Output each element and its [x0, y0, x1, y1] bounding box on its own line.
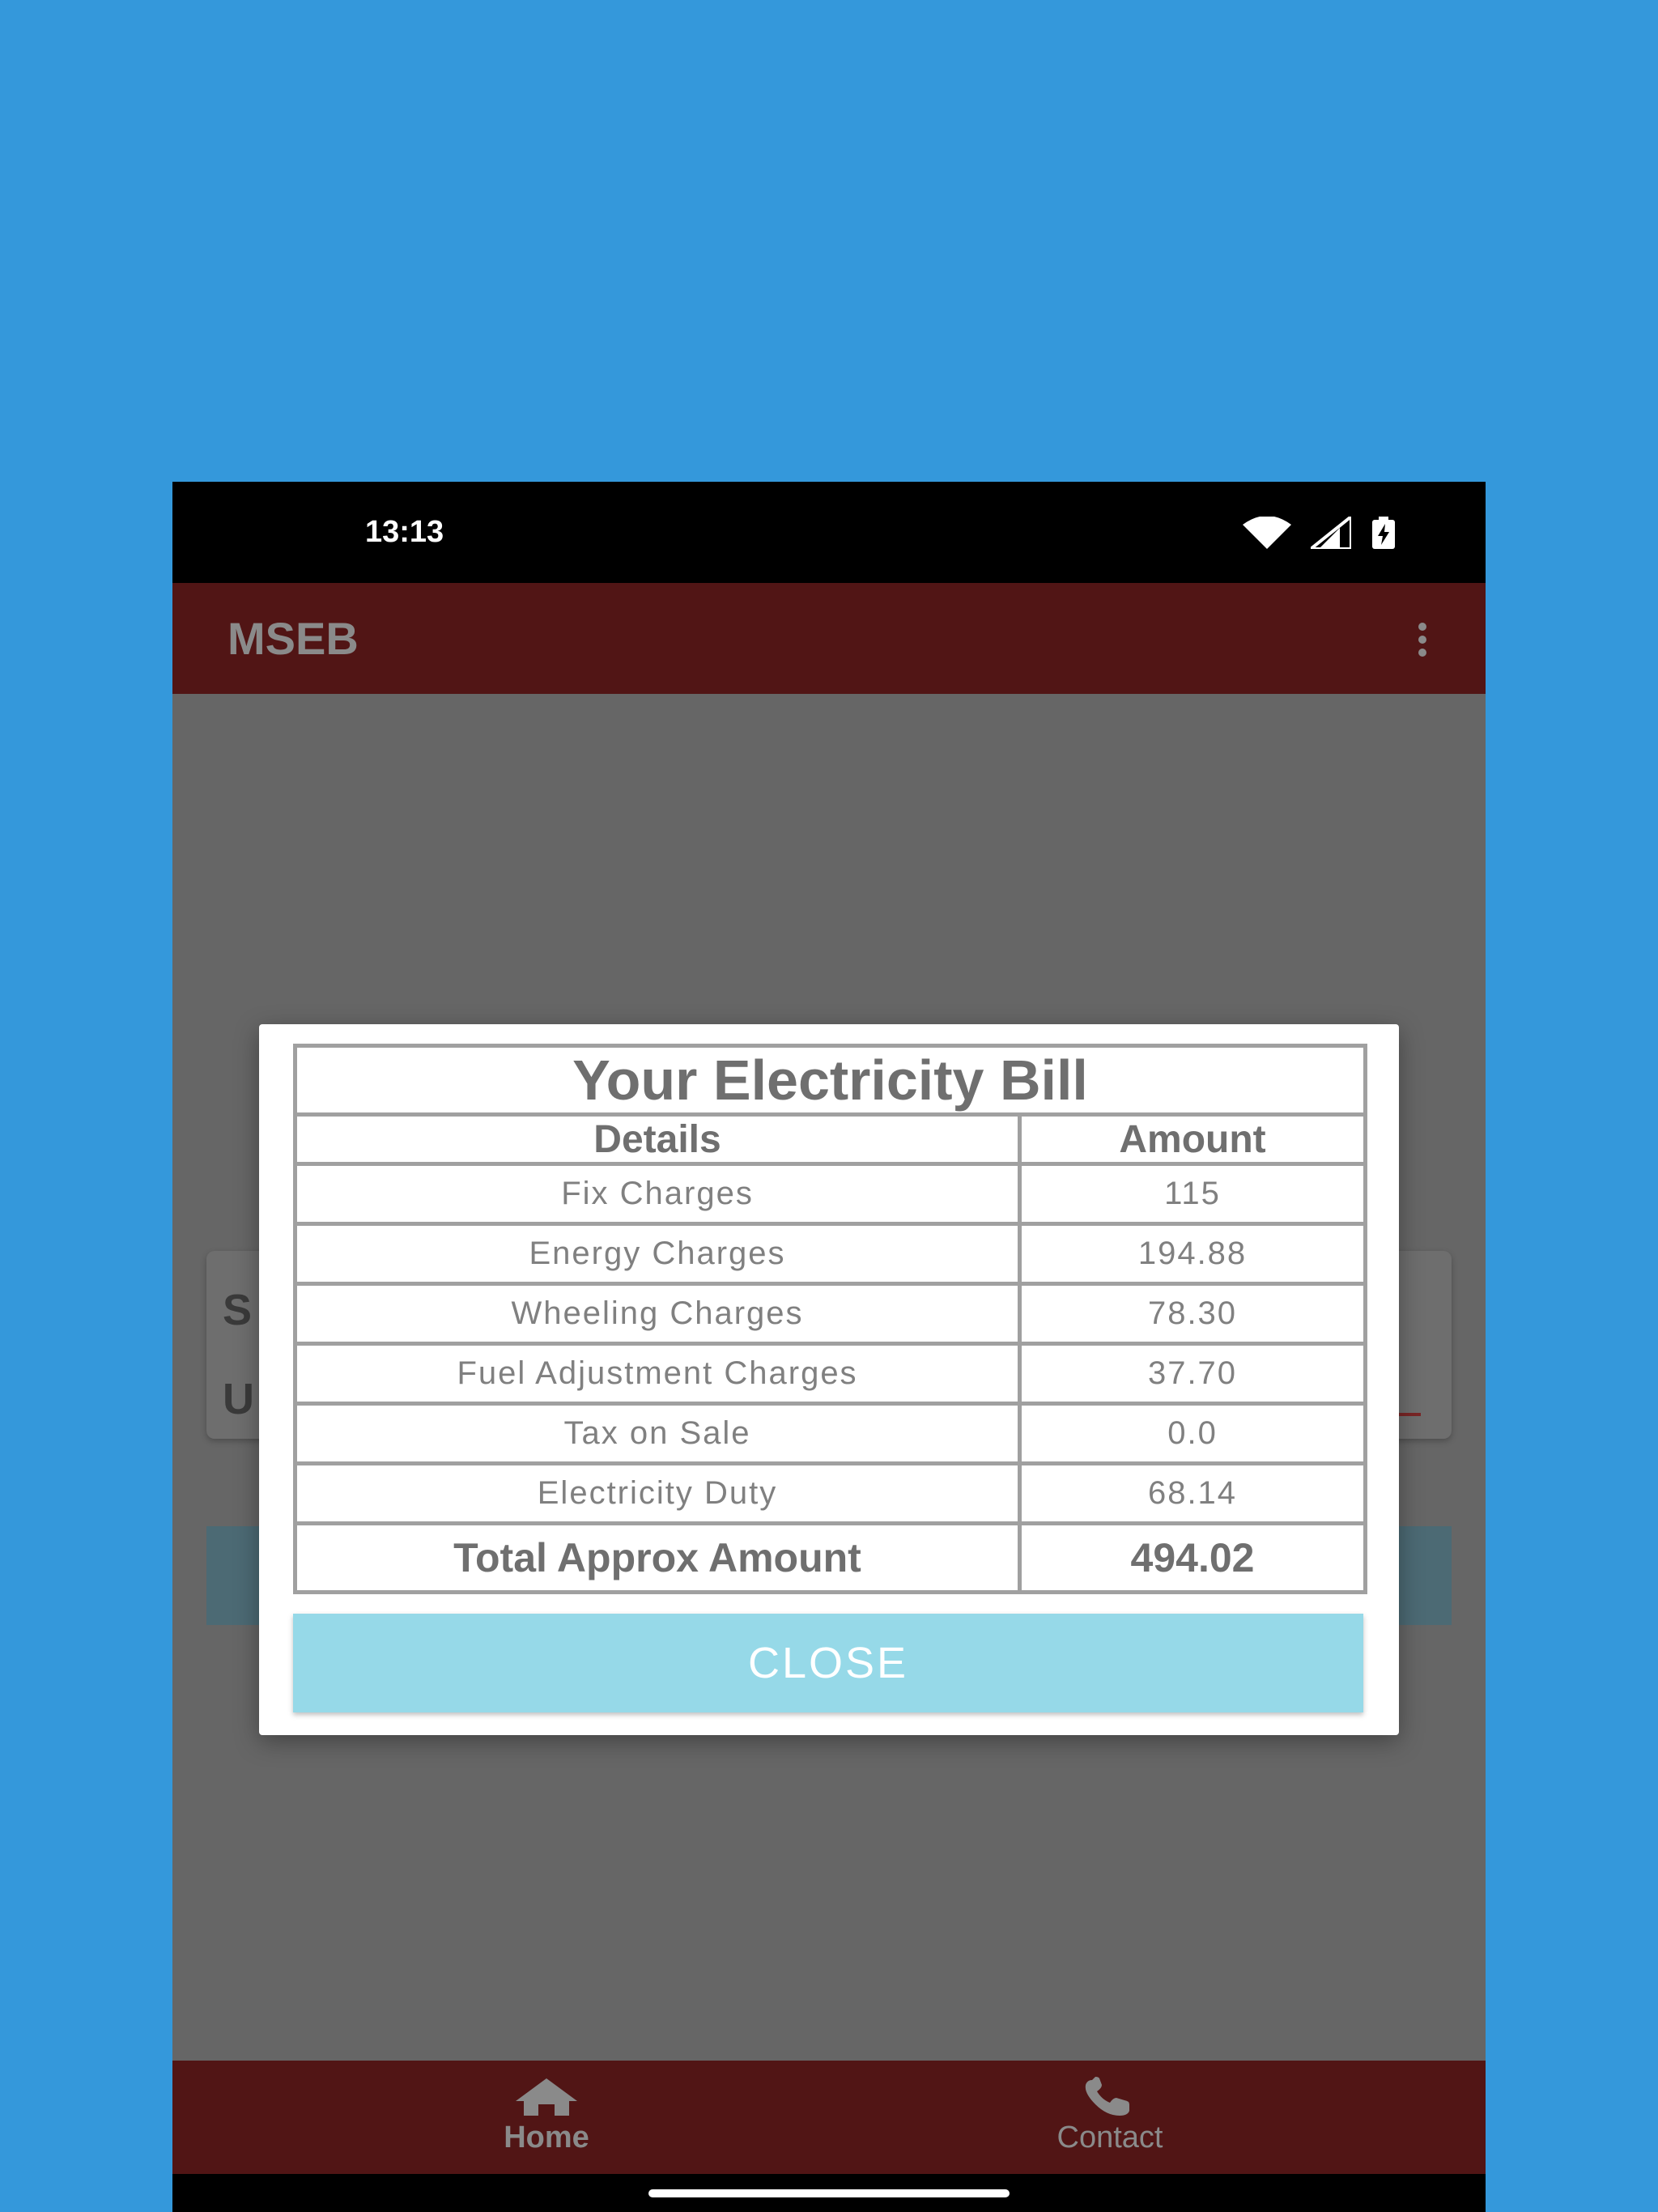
row-label: Electricity Duty	[293, 1461, 1022, 1525]
header-amount: Amount	[1017, 1112, 1368, 1166]
row-label: Energy Charges	[293, 1222, 1022, 1286]
home-icon	[516, 2078, 577, 2116]
background-card-label-1: S	[223, 1286, 253, 1334]
row-value: 115	[1017, 1162, 1368, 1226]
table-row: Tax on Sale 0.0	[293, 1402, 1368, 1465]
total-label: Total Approx Amount	[293, 1521, 1022, 1594]
status-icons	[1243, 482, 1397, 583]
phone-icon	[1085, 2077, 1129, 2116]
background-card-label-2: U	[223, 1375, 254, 1423]
row-value: 68.14	[1017, 1461, 1368, 1525]
row-label: Wheeling Charges	[293, 1282, 1022, 1346]
background-input-underline	[1397, 1413, 1421, 1416]
status-time: 13:13	[365, 515, 444, 549]
table-row: Electricity Duty 68.14	[293, 1461, 1368, 1525]
bill-title: Your Electricity Bill	[292, 1044, 1368, 1117]
header-details: Details	[293, 1112, 1022, 1166]
bill-table: Your Electricity Bill Details Amount Fix…	[292, 1044, 1368, 1594]
bill-total-row: Total Approx Amount 494.02	[293, 1521, 1368, 1594]
nav-item-home[interactable]: Home	[385, 2061, 708, 2174]
wifi-icon	[1243, 516, 1291, 549]
gesture-handle[interactable]	[648, 2189, 1010, 2197]
total-value: 494.02	[1017, 1521, 1368, 1594]
row-value: 78.30	[1017, 1282, 1368, 1346]
battery-charging-icon	[1372, 516, 1395, 549]
row-label: Fix Charges	[293, 1162, 1022, 1226]
signal-icon	[1311, 516, 1351, 549]
gesture-navigation-bar	[172, 2174, 1486, 2212]
phone-screen: 13:13 MSEB S U Home Contact Your Electri…	[172, 482, 1486, 2212]
row-value: 194.88	[1017, 1222, 1368, 1286]
app-title: MSEB	[227, 613, 359, 664]
table-row: Fix Charges 115	[293, 1162, 1368, 1226]
app-bar: MSEB	[172, 583, 1486, 694]
row-label: Tax on Sale	[293, 1402, 1022, 1465]
bottom-navigation: Home Contact	[172, 2061, 1486, 2174]
more-vert-icon[interactable]	[1414, 622, 1431, 657]
table-row: Wheeling Charges 78.30	[293, 1282, 1368, 1346]
close-button[interactable]: CLOSE	[293, 1614, 1363, 1712]
row-label: Fuel Adjustment Charges	[293, 1342, 1022, 1406]
row-value: 37.70	[1017, 1342, 1368, 1406]
table-row: Fuel Adjustment Charges 37.70	[293, 1342, 1368, 1406]
table-row: Energy Charges 194.88	[293, 1222, 1368, 1286]
bill-dialog: Your Electricity Bill Details Amount Fix…	[259, 1024, 1399, 1735]
status-bar: 13:13	[172, 482, 1486, 583]
nav-label-home: Home	[504, 2121, 589, 2155]
nav-label-contact: Contact	[1056, 2121, 1163, 2155]
bill-header-row: Details Amount	[293, 1112, 1368, 1166]
nav-item-contact[interactable]: Contact	[948, 2061, 1272, 2174]
bill-title-row: Your Electricity Bill	[292, 1044, 1368, 1117]
row-value: 0.0	[1017, 1402, 1368, 1465]
